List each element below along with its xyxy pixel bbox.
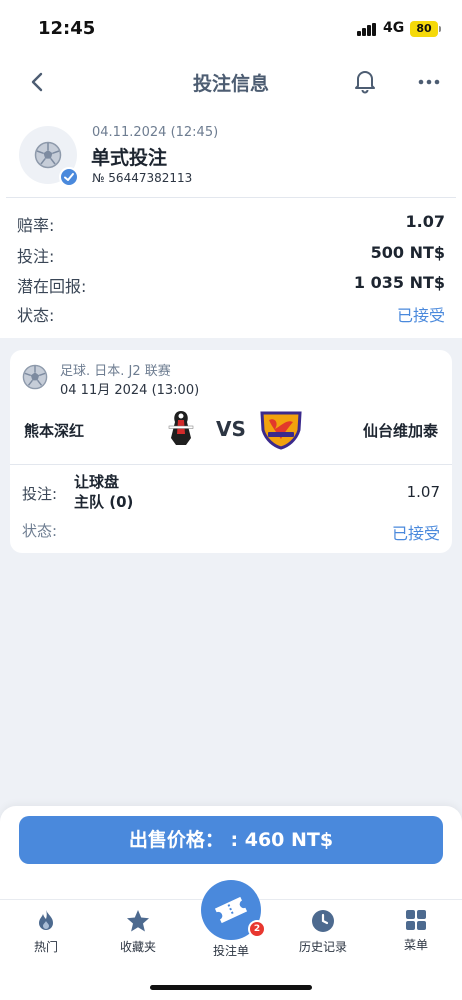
- away-team-logo: [260, 411, 302, 450]
- betslip-count-badge: 2: [248, 920, 266, 938]
- signal-icon: [357, 23, 377, 36]
- tab-label: 历史记录: [298, 940, 347, 954]
- tab-label: 收藏夹: [119, 940, 156, 954]
- tab-hot[interactable]: 热门: [6, 908, 86, 964]
- detail-value: 1.07: [405, 212, 445, 231]
- detail-row-status: 状态: 已接受: [17, 300, 445, 326]
- status-badge: 已接受: [396, 306, 445, 325]
- home-team-name: 熊本深红: [24, 422, 85, 440]
- bet-datetime: 04.11.2024 (12:45): [92, 125, 219, 140]
- home-team-logo: [168, 411, 194, 445]
- selection-label: 投注:: [22, 485, 58, 503]
- tab-label-betslip: 投注单: [212, 944, 249, 958]
- flame-icon: [39, 910, 53, 930]
- detail-label: 赔率:: [17, 216, 55, 235]
- home-indicator[interactable]: [150, 985, 312, 990]
- detail-row-odds: 赔率: 1.07: [17, 210, 445, 236]
- grid-icon: [406, 910, 426, 930]
- battery-icon: [439, 26, 441, 32]
- tab-favorites[interactable]: 收藏夹: [98, 908, 178, 964]
- detail-value: 500 NT$: [370, 243, 445, 262]
- status-time: 12:45: [38, 18, 96, 39]
- away-team-name: 仙台维加泰: [362, 422, 438, 440]
- selection-name: 主队 (0): [74, 493, 134, 511]
- detail-value: 1 035 NT$: [353, 273, 445, 292]
- tab-label: 菜单: [403, 938, 428, 952]
- battery-level: 80: [410, 21, 438, 37]
- more-button[interactable]: [415, 70, 443, 94]
- bet-number: № 56447382113: [92, 171, 193, 185]
- more-icon: [418, 79, 440, 85]
- tab-menu[interactable]: 菜单: [376, 908, 456, 964]
- detail-label: 投注:: [17, 247, 55, 266]
- tab-label: 热门: [33, 940, 58, 954]
- match-status-label: 状态:: [22, 522, 58, 540]
- divider: [6, 197, 456, 198]
- clock-icon: [312, 910, 334, 932]
- detail-row-potential-return: 潜在回报: 1 035 NT$: [17, 271, 445, 297]
- star-icon: [127, 910, 149, 932]
- tab-history[interactable]: 历史记录: [283, 908, 363, 964]
- league-name: 足球. 日本. J2 联赛: [60, 364, 171, 379]
- divider: [10, 464, 452, 465]
- status-bar: 12:45 4G 80: [0, 0, 462, 56]
- check-icon: [64, 173, 74, 181]
- network-type: 4G: [383, 20, 405, 36]
- vs-label: VS: [216, 417, 246, 441]
- nav-bar: 投注信息: [0, 56, 462, 108]
- detail-label: 潜在回报:: [17, 277, 87, 296]
- detail-row-stake: 投注: 500 NT$: [17, 241, 445, 267]
- bell-icon: [355, 71, 375, 94]
- match-date: 04 11月 2024 (13:00): [60, 383, 200, 398]
- page-title: 投注信息: [192, 73, 269, 95]
- market-name: 让球盘: [74, 473, 120, 491]
- match-card[interactable]: 足球. 日本. J2 联赛 04 11月 2024 (13:00) 熊本深红 V…: [10, 350, 452, 553]
- bet-type: 单式投注: [91, 147, 168, 169]
- soccer-ball-icon: [22, 364, 48, 390]
- match-status-badge: 已接受: [391, 524, 440, 543]
- detail-label: 状态:: [17, 306, 55, 325]
- selection-odds: 1.07: [406, 483, 440, 501]
- soccer-ball-icon: [34, 141, 62, 169]
- sell-bet-button[interactable]: 出售价格： : 460 NT$: [19, 816, 443, 864]
- accepted-badge: [59, 167, 79, 187]
- bet-header: 04.11.2024 (12:45) 单式投注 № 56447382113: [0, 120, 462, 198]
- notifications-button[interactable]: [352, 68, 378, 94]
